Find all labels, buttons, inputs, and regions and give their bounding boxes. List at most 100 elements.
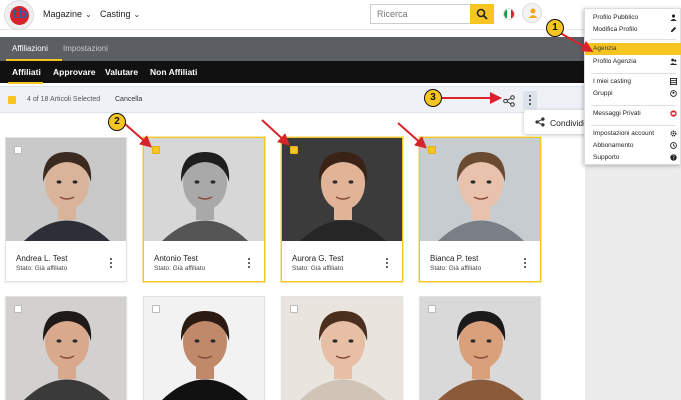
talent-card[interactable]: Andrea L. Test Stato: Già affiliato bbox=[5, 137, 127, 282]
talent-photo[interactable] bbox=[282, 138, 402, 241]
talent-photo[interactable] bbox=[6, 297, 126, 400]
menu-item-agenzia[interactable]: Agenzia bbox=[585, 43, 681, 55]
annotation-marker-2: 2 bbox=[108, 113, 126, 131]
tab-valutare[interactable]: Valutare bbox=[105, 67, 138, 77]
talent-name[interactable]: Aurora G. Test bbox=[292, 254, 343, 263]
tab-non-affiliati[interactable]: Non Affiliati bbox=[150, 67, 197, 77]
top-navbar: tb Magazine ⌄ Casting ⌄ bbox=[0, 0, 681, 30]
search-button[interactable] bbox=[470, 4, 494, 24]
user-icon bbox=[528, 8, 538, 18]
nav-menu-magazine[interactable]: Magazine ⌄ bbox=[43, 9, 92, 19]
message-icon bbox=[670, 110, 677, 117]
share-menu-label: Condividi bbox=[550, 118, 585, 128]
svg-text:?: ? bbox=[672, 155, 675, 161]
more-options-button[interactable] bbox=[523, 91, 537, 109]
talent-name[interactable]: Antonio Test bbox=[154, 254, 198, 263]
talent-photo[interactable] bbox=[420, 297, 540, 400]
talent-name[interactable]: Andrea L. Test bbox=[16, 254, 67, 263]
search-icon bbox=[476, 8, 488, 20]
chevron-down-icon: ⌄ bbox=[85, 9, 92, 19]
profile-dropdown: Profilo Pubblico Modifica Profilo Agenzi… bbox=[584, 8, 681, 165]
card-checkbox[interactable] bbox=[428, 146, 436, 154]
menu-item-profilo-agenzia[interactable]: Profilo Agenzia bbox=[585, 56, 681, 68]
talent-photo[interactable] bbox=[6, 138, 126, 241]
italian-flag-icon[interactable] bbox=[503, 8, 515, 20]
affiliation-tabs: Affiliati Approvare Valutare Non Affilia… bbox=[0, 61, 681, 84]
card-checkbox[interactable] bbox=[152, 305, 160, 313]
user-menu-button[interactable] bbox=[522, 3, 542, 23]
menu-item-label: Impostazioni account bbox=[593, 130, 655, 137]
share-icon[interactable] bbox=[503, 95, 515, 107]
menu-item-supporto[interactable]: Supporto ? bbox=[585, 152, 681, 164]
person-icon bbox=[670, 14, 677, 21]
annotation-marker-3: 3 bbox=[424, 89, 442, 107]
menu-item-profilo-pubblico[interactable]: Profilo Pubblico bbox=[585, 12, 681, 24]
menu-item-label: Agenzia bbox=[593, 45, 617, 52]
talent-photo[interactable] bbox=[282, 297, 402, 400]
card-options-icon[interactable] bbox=[386, 254, 388, 268]
search-input[interactable] bbox=[370, 4, 470, 24]
group-icon bbox=[670, 90, 677, 97]
share-icon bbox=[535, 117, 545, 127]
card-options-icon[interactable] bbox=[524, 254, 526, 268]
tab-affiliati[interactable]: Affiliati bbox=[8, 67, 43, 84]
menu-item-miei-casting[interactable]: I miei casting bbox=[585, 76, 681, 88]
menu-item-messaggi-privati[interactable]: Messaggi Privati bbox=[585, 108, 681, 120]
people-icon bbox=[670, 58, 677, 65]
card-checkbox[interactable] bbox=[290, 146, 298, 154]
selection-bar: 4 of 18 Articoli Selected Cancella bbox=[0, 86, 585, 113]
tab-approvare[interactable]: Approvare bbox=[53, 67, 96, 77]
talent-card[interactable]: Antonio Test Stato: Già affiliato bbox=[143, 137, 265, 282]
menu-item-impostazioni-account[interactable]: Impostazioni account bbox=[585, 128, 681, 140]
talent-status: Stato: Già affiliato bbox=[292, 265, 344, 272]
clock-icon bbox=[670, 142, 677, 149]
page: tb Magazine ⌄ Casting ⌄ Affiliazioni Imp… bbox=[0, 0, 681, 400]
talent-photo[interactable] bbox=[420, 138, 540, 241]
card-checkbox[interactable] bbox=[428, 305, 436, 313]
nav-menu-label: Casting bbox=[100, 9, 131, 19]
menu-item-label: Abbonamento bbox=[593, 142, 634, 149]
talent-card[interactable] bbox=[281, 296, 403, 400]
talent-photo[interactable] bbox=[144, 138, 264, 241]
kebab-icon bbox=[523, 91, 537, 105]
annotation-marker-1: 1 bbox=[546, 19, 564, 37]
card-checkbox[interactable] bbox=[290, 305, 298, 313]
help-icon: ? bbox=[670, 154, 677, 161]
card-checkbox[interactable] bbox=[14, 146, 22, 154]
talent-name[interactable]: Bianca P. test bbox=[430, 254, 478, 263]
talent-card[interactable] bbox=[419, 296, 541, 400]
menu-item-label: Messaggi Privati bbox=[593, 110, 641, 117]
menu-item-gruppi[interactable]: Gruppi bbox=[585, 88, 681, 100]
talent-card[interactable]: Bianca P. test Stato: Già affiliato bbox=[419, 137, 541, 282]
cancel-selection-button[interactable]: Cancella bbox=[115, 96, 142, 103]
site-logo[interactable]: tb bbox=[4, 0, 34, 30]
talent-photo[interactable] bbox=[144, 297, 264, 400]
menu-item-modifica-profilo[interactable]: Modifica Profilo bbox=[585, 24, 681, 36]
card-options-icon[interactable] bbox=[110, 254, 112, 268]
menu-item-abbonamento[interactable]: Abbonamento bbox=[585, 140, 681, 152]
card-checkbox[interactable] bbox=[14, 305, 22, 313]
nav-menu-casting[interactable]: Casting ⌄ bbox=[100, 9, 140, 19]
tab-affiliazioni[interactable]: Affiliazioni bbox=[6, 44, 62, 61]
gear-icon bbox=[670, 130, 677, 137]
talent-status: Stato: Già affiliato bbox=[154, 265, 206, 272]
chevron-down-icon: ⌄ bbox=[133, 9, 141, 19]
select-all-checkbox[interactable] bbox=[8, 96, 16, 104]
nav-menu-label: Magazine bbox=[43, 9, 83, 19]
section-header: Affiliazioni Impostazioni bbox=[0, 37, 681, 61]
menu-item-label: Modifica Profilo bbox=[593, 26, 638, 33]
talent-card[interactable] bbox=[5, 296, 127, 400]
talent-card[interactable] bbox=[143, 296, 265, 400]
card-checkbox[interactable] bbox=[152, 146, 160, 154]
selected-count: 4 of 18 Articoli Selected bbox=[27, 96, 101, 103]
talent-card[interactable]: Aurora G. Test Stato: Già affiliato bbox=[281, 137, 403, 282]
menu-item-label: Gruppi bbox=[593, 90, 613, 97]
menu-item-label: I miei casting bbox=[593, 78, 631, 85]
pencil-icon bbox=[670, 26, 677, 33]
tab-impostazioni[interactable]: Impostazioni bbox=[63, 44, 108, 53]
talent-status: Stato: Già affiliato bbox=[16, 265, 68, 272]
menu-item-label: Profilo Agenzia bbox=[593, 58, 637, 65]
card-options-icon[interactable] bbox=[248, 254, 250, 268]
menu-item-label: Supporto bbox=[593, 154, 620, 161]
talent-status: Stato: Già affiliato bbox=[430, 265, 482, 272]
